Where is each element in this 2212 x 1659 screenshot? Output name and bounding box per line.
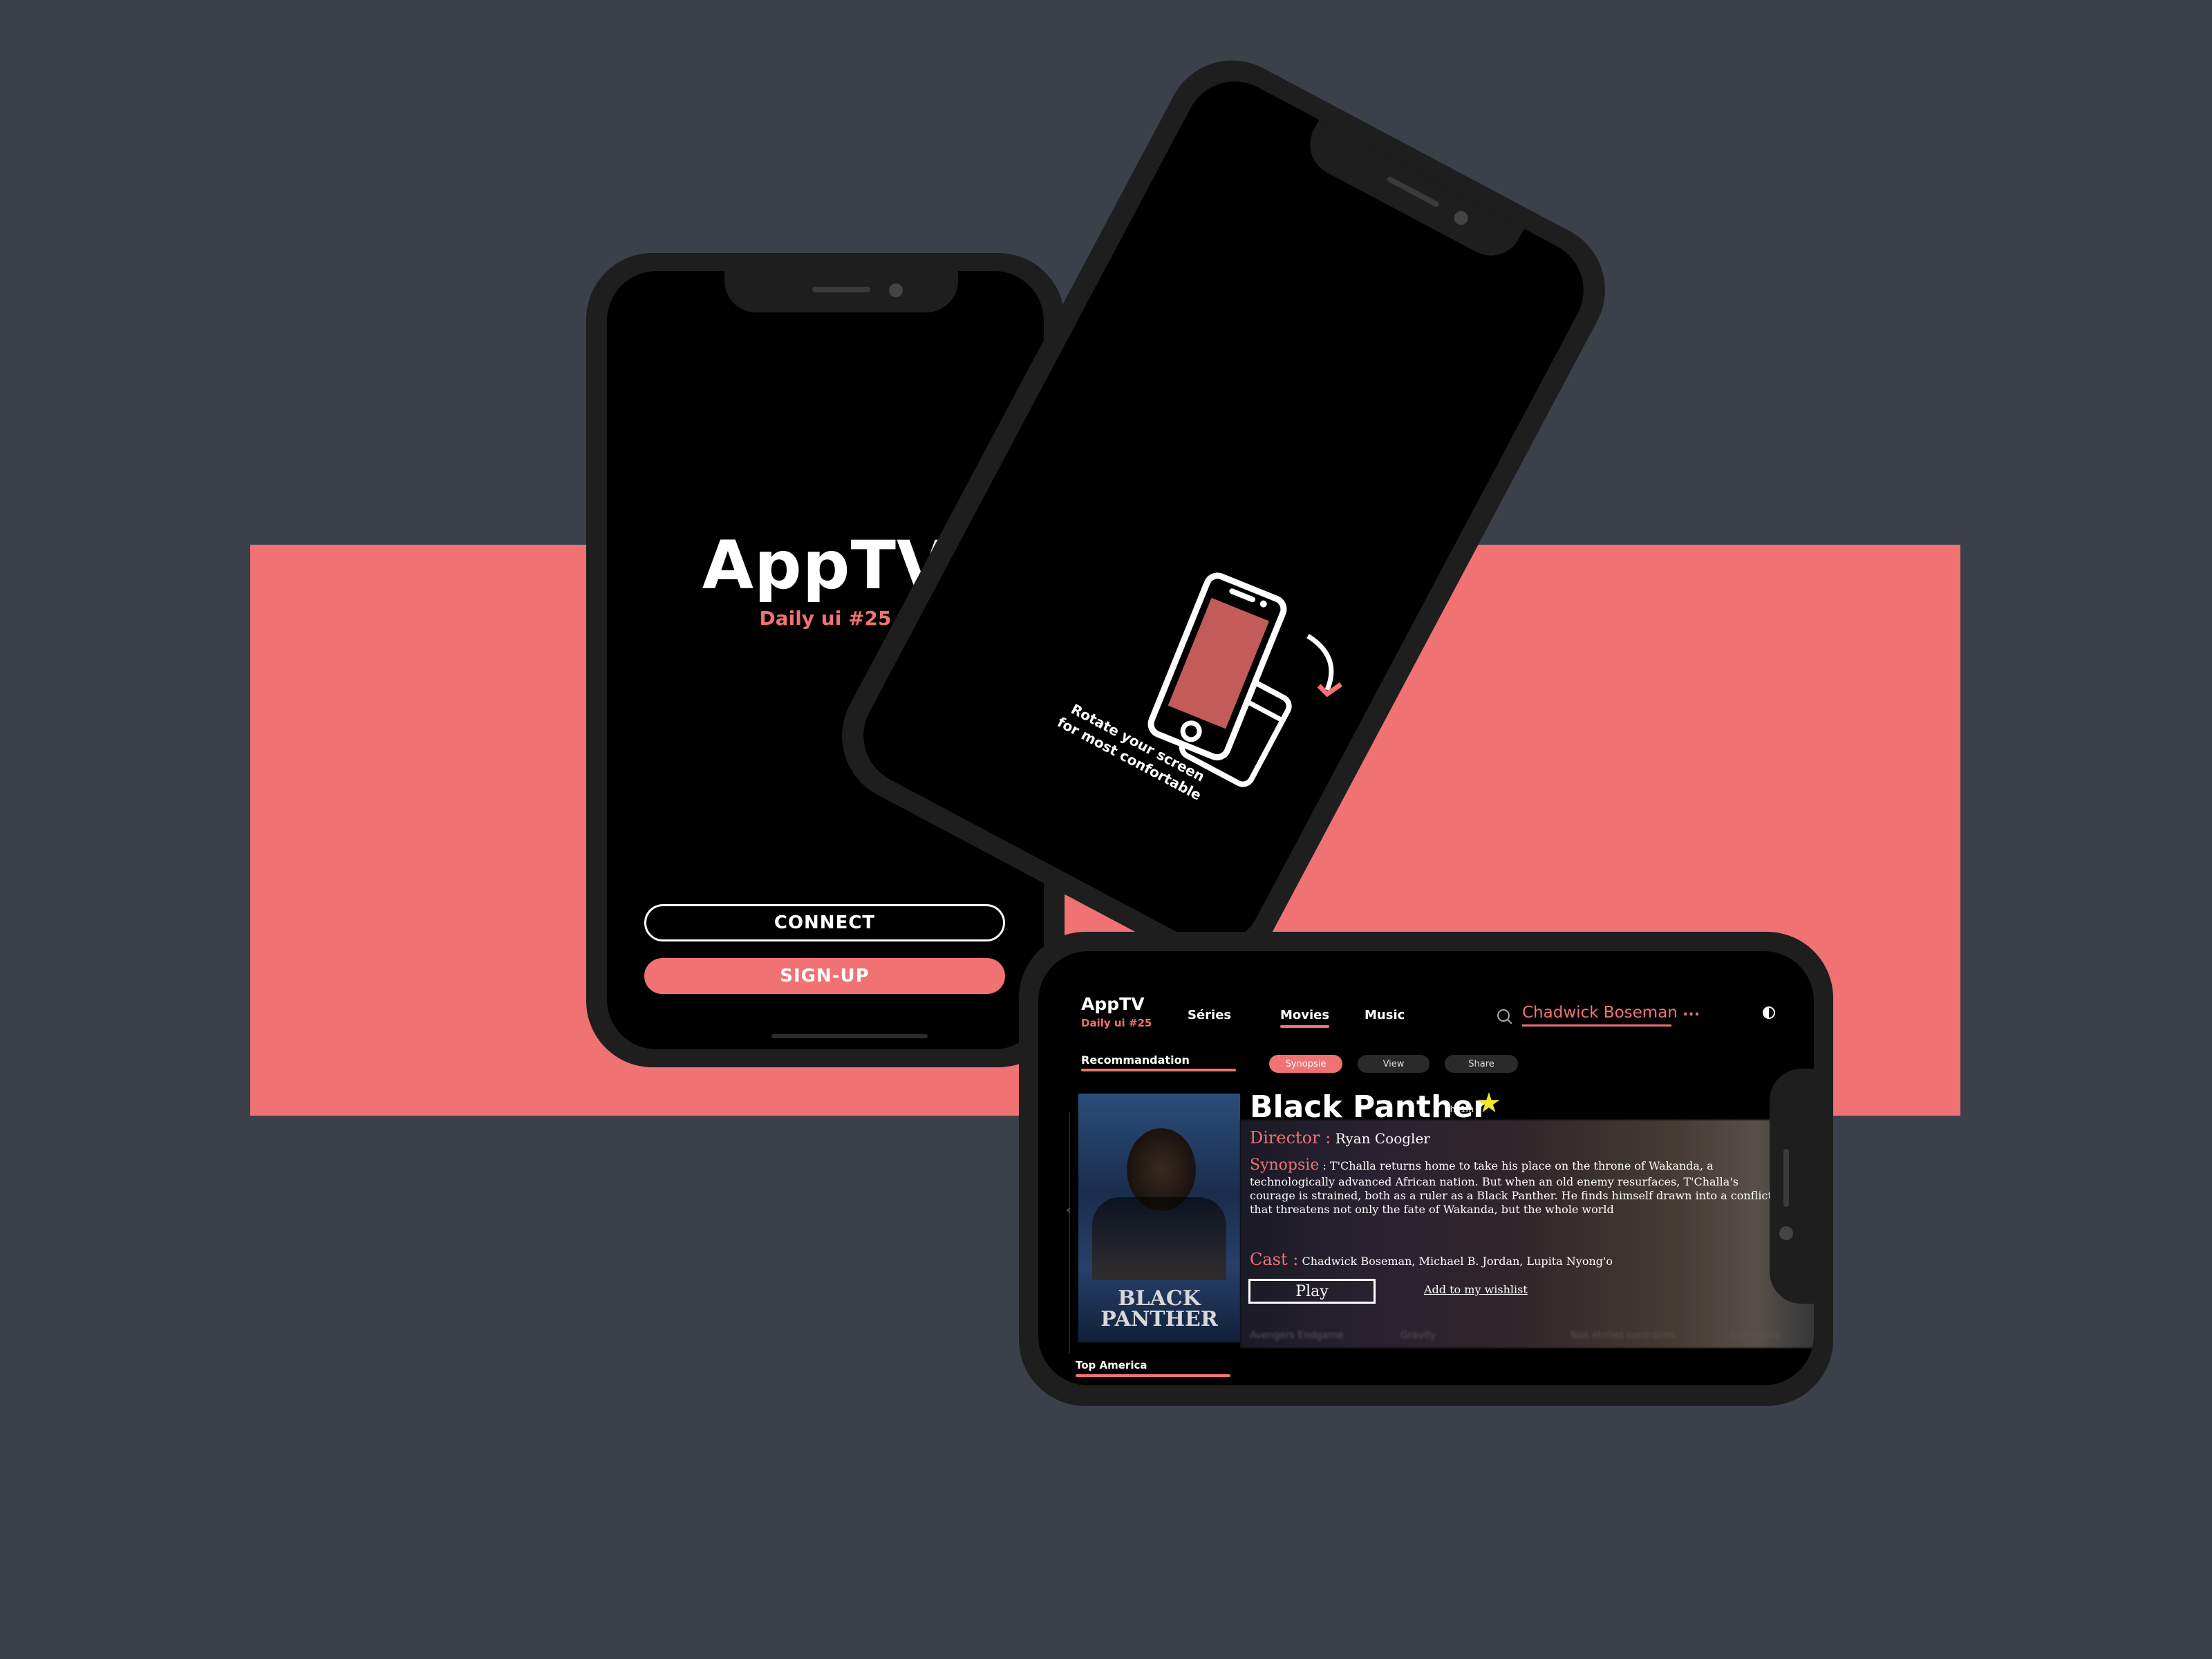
- nav-series[interactable]: Séries: [1188, 1008, 1231, 1022]
- main-screen: AppTV Daily ui #25 Séries Movies Music C…: [1038, 951, 1814, 1385]
- section-recommendation: Recommandation: [1081, 1053, 1190, 1067]
- section-recommendation-underline: [1081, 1069, 1236, 1071]
- movie-duration: 2h51m: [1445, 1105, 1474, 1114]
- search-underline: [1522, 1024, 1671, 1027]
- nav-music-label: Music: [1365, 1008, 1405, 1022]
- synopsis-label: Synopsie: [1250, 1156, 1320, 1174]
- cast-value: Chadwick Boseman, Michael B. Jordan, Lup…: [1302, 1255, 1613, 1268]
- nav-active-indicator: [1280, 1025, 1330, 1028]
- speaker: [1783, 1149, 1789, 1207]
- nav-music[interactable]: Music: [1365, 1008, 1405, 1022]
- header-logo[interactable]: AppTV: [1081, 994, 1145, 1014]
- nav-movies[interactable]: Movies: [1280, 1008, 1330, 1028]
- section-top-america: Top America: [1076, 1359, 1147, 1371]
- blurred-movie-carousel[interactable]: [1240, 1120, 1814, 1348]
- blurred-title: Interstellar: [1730, 1330, 1783, 1341]
- wishlist-link[interactable]: Add to my wishlist: [1424, 1283, 1528, 1296]
- theme-toggle-icon[interactable]: [1763, 1006, 1775, 1019]
- search-input[interactable]: Chadwick Boseman: [1522, 1004, 1678, 1022]
- nav-movies-label: Movies: [1280, 1008, 1330, 1022]
- blurred-title: Gravity: [1400, 1330, 1436, 1341]
- scrollbar[interactable]: [1069, 1112, 1070, 1353]
- carousel-overlay: [1240, 1120, 1814, 1348]
- connect-button[interactable]: CONNECT: [644, 904, 1005, 941]
- tab-view[interactable]: View: [1358, 1055, 1430, 1073]
- play-button[interactable]: Play: [1248, 1279, 1376, 1304]
- phone-main: AppTV Daily ui #25 Séries Movies Music C…: [1019, 932, 1833, 1406]
- director-value: Ryan Coogler: [1335, 1130, 1430, 1147]
- movie-poster[interactable]: BLACK PANTHER: [1078, 1094, 1240, 1342]
- blurred-title: Avengers Endgame: [1250, 1330, 1344, 1341]
- tab-share[interactable]: Share: [1445, 1055, 1518, 1073]
- director-label: Director :: [1250, 1128, 1331, 1147]
- camera-icon: [1779, 1226, 1793, 1240]
- home-indicator: [771, 1034, 928, 1038]
- notch: [1299, 120, 1524, 267]
- synopsis-block: Synopsie : T'Challa returns home to take…: [1250, 1156, 1775, 1217]
- star-icon[interactable]: ★: [1477, 1089, 1501, 1117]
- notch: [724, 271, 958, 312]
- section-top-underline: [1076, 1374, 1230, 1377]
- blurred-title: Nos étoiles contraires: [1571, 1330, 1676, 1341]
- search-icon[interactable]: [1497, 1009, 1510, 1022]
- nav-series-label: Séries: [1188, 1008, 1232, 1022]
- cast-label: Cast :: [1250, 1250, 1299, 1269]
- poster-title: BLACK PANTHER: [1100, 1286, 1218, 1331]
- tab-synopsie[interactable]: Synopsie: [1269, 1055, 1342, 1073]
- synopsis-text: : T'Challa returns home to take his plac…: [1250, 1159, 1772, 1216]
- more-icon[interactable]: ...: [1683, 1002, 1700, 1020]
- signup-button[interactable]: SIGN-UP: [644, 958, 1005, 994]
- side-notch: [1770, 1069, 1814, 1304]
- header-logo-subtitle: Daily ui #25: [1081, 1017, 1152, 1029]
- speaker: [812, 287, 870, 292]
- cast-row: Cast : Chadwick Boseman, Michael B. Jord…: [1250, 1250, 1613, 1269]
- chevron-left-icon[interactable]: ‹: [1066, 1203, 1071, 1217]
- camera-icon: [1451, 208, 1471, 227]
- camera-icon: [889, 283, 903, 297]
- director-row: Director : Ryan Coogler: [1250, 1128, 1430, 1147]
- speaker: [1386, 176, 1441, 208]
